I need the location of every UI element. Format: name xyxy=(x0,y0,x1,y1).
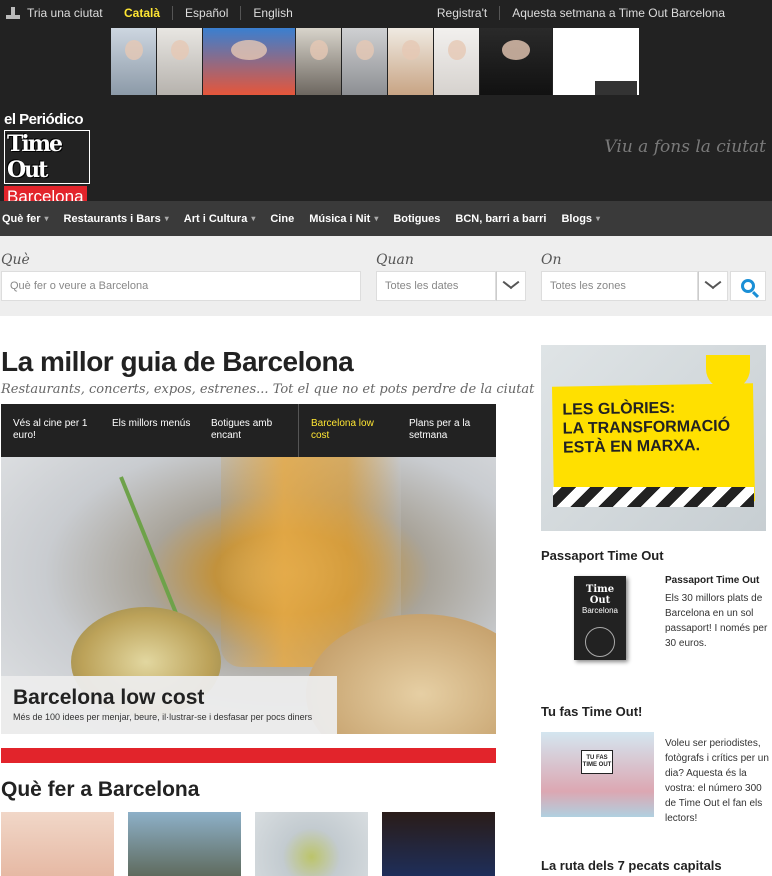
top-bar-links: Registra't Aquesta setmana a Time Out Ba… xyxy=(425,6,737,20)
where-select[interactable]: Totes les zones xyxy=(541,271,698,301)
site-header: el Periódico Time Out Barcelona Viu a fo… xyxy=(0,26,772,208)
language-catala[interactable]: Català xyxy=(112,6,172,20)
header-photo[interactable] xyxy=(296,28,341,95)
featured-tabs: Vés al cine per 1 euro! Els millors menú… xyxy=(1,404,496,463)
tufas-heading[interactable]: Tu fas Time Out! xyxy=(541,704,642,719)
passport-heading[interactable]: Passaport Time Out xyxy=(541,548,664,563)
main-nav: Què fer ▾ Restaurants i Bars ▾ Art i Cultu… xyxy=(0,201,772,236)
thumbnail[interactable] xyxy=(128,812,241,876)
glories-ad-banner[interactable]: LES GLÒRIES: LA TRANSFORMACIÓ ESTÀ EN MA… xyxy=(541,345,766,531)
passport-cover-city: Barcelona xyxy=(581,606,619,615)
passport-badge-icon xyxy=(585,627,615,657)
header-photo[interactable] xyxy=(480,28,552,95)
language-english[interactable]: English xyxy=(240,6,304,20)
tab-millors-menus[interactable]: Els millors menús xyxy=(100,404,199,457)
nav-item-que-fer[interactable]: Què fer ▾ xyxy=(0,213,52,225)
header-photo[interactable] xyxy=(553,28,639,95)
logo-periodico: el Periódico xyxy=(4,111,84,128)
search-icon xyxy=(741,279,755,293)
ad-line: LA TRANSFORMACIÓ xyxy=(562,417,731,438)
when-dropdown-button[interactable] xyxy=(496,271,526,301)
ad-stripes xyxy=(553,487,754,507)
passport-title[interactable]: Passaport Time Out xyxy=(665,575,759,586)
header-photo[interactable] xyxy=(203,28,295,95)
page-subtitle: Restaurants, concerts, expos, estrenes..… xyxy=(1,382,535,397)
language-espanol[interactable]: Español xyxy=(172,6,240,20)
nav-item-label: Blogs xyxy=(561,212,593,225)
hero-title: Barcelona low cost xyxy=(13,686,205,709)
header-photo[interactable] xyxy=(111,28,156,95)
nav-item-label: Restaurants i Bars xyxy=(63,212,161,225)
when-select[interactable]: Totes les dates xyxy=(376,271,496,301)
ruta-heading[interactable]: La ruta dels 7 pecats capitals xyxy=(541,858,722,873)
page-title: La millor guia de Barcelona xyxy=(1,346,354,377)
nav-item-label: Música i Nit xyxy=(309,212,371,225)
tab-barcelona-low-cost[interactable]: Barcelona low cost xyxy=(298,404,397,463)
where-label: On xyxy=(541,252,562,268)
language-switcher: Català Español English xyxy=(112,6,305,20)
chevron-down-icon: ▾ xyxy=(164,214,169,223)
tufas-sign: TU FAS TIME OUT xyxy=(581,750,613,774)
passport-cover-title: Time Out xyxy=(585,584,615,606)
city-icon xyxy=(5,7,21,19)
chevron-down-icon: ▾ xyxy=(251,214,256,223)
hero-image[interactable]: Barcelona low cost Més de 100 idees per … xyxy=(1,457,496,734)
ad-line: ESTÀ EN MARXA. xyxy=(562,437,701,457)
register-link[interactable]: Registra't xyxy=(425,6,499,20)
nav-item-label: BCN, barri a barri xyxy=(455,212,547,225)
tab-cine-1-euro[interactable]: Vés al cine per 1 euro! xyxy=(1,404,100,457)
chevron-down-icon: ▾ xyxy=(596,214,601,223)
where-dropdown-button[interactable] xyxy=(698,271,728,301)
hero-caption[interactable]: Barcelona low cost Més de 100 idees per … xyxy=(1,676,337,734)
section-title: Què fer a Barcelona xyxy=(1,778,200,801)
photo-strip xyxy=(111,28,639,95)
nav-item-label: Cine xyxy=(270,212,295,225)
passport-image[interactable]: Time Out Barcelona xyxy=(574,576,626,660)
thumbnail-row xyxy=(1,812,495,876)
nav-item-restaurants[interactable]: Restaurants i Bars ▾ xyxy=(62,213,172,225)
nav-item-label: Què fer xyxy=(2,212,41,225)
header-photo-mini xyxy=(595,81,637,95)
what-label: Què xyxy=(1,252,30,268)
nav-item-cine[interactable]: Cine xyxy=(268,213,297,225)
tab-botigues-encant[interactable]: Botigues amb encant xyxy=(199,404,298,457)
when-label: Quan xyxy=(376,252,414,268)
chevron-down-icon xyxy=(502,281,520,291)
chevron-down-icon xyxy=(704,281,722,291)
passport-text-block: Passaport Time Out Els 30 millors plats … xyxy=(665,573,769,651)
site-logo[interactable]: el Periódico Time Out Barcelona xyxy=(4,111,90,208)
tufas-description: Voleu ser periodistes, fotògrafs i críti… xyxy=(665,738,769,824)
logo-timeout: Time Out xyxy=(4,130,90,184)
chevron-down-icon: ▾ xyxy=(374,214,379,223)
nav-item-barri[interactable]: BCN, barri a barri xyxy=(453,213,549,225)
header-photo[interactable] xyxy=(388,28,433,95)
tab-plans-setmana[interactable]: Plans per a la setmana xyxy=(397,404,496,457)
this-week-link[interactable]: Aquesta setmana a Time Out Barcelona xyxy=(499,6,737,20)
search-panel: Què Què fer o veure a Barcelona Quan Tot… xyxy=(0,236,772,316)
thumbnail[interactable] xyxy=(382,812,495,876)
nav-item-label: Art i Cultura xyxy=(183,212,248,225)
header-photo[interactable] xyxy=(157,28,202,95)
what-search-input[interactable]: Què fer o veure a Barcelona xyxy=(1,271,361,301)
top-bar: Tria una ciutat Català Español English R… xyxy=(0,0,772,26)
passport-description: Els 30 millors plats de Barcelona en un … xyxy=(665,593,768,649)
nav-item-botigues[interactable]: Botigues xyxy=(391,213,443,225)
nav-item-art[interactable]: Art i Cultura ▾ xyxy=(182,213,259,225)
nav-item-blogs[interactable]: Blogs ▾ xyxy=(559,213,603,225)
tagline: Viu a fons la ciutat xyxy=(604,137,766,157)
nav-item-label: Botigues xyxy=(393,212,441,225)
header-photo[interactable] xyxy=(342,28,387,95)
search-button[interactable] xyxy=(730,271,766,301)
tufas-image[interactable]: TU FAS TIME OUT xyxy=(541,732,654,817)
nav-item-musica[interactable]: Música i Nit ▾ xyxy=(307,213,381,225)
city-selector[interactable]: Tria una ciutat xyxy=(5,6,103,20)
chevron-down-icon: ▾ xyxy=(44,214,49,223)
header-photo[interactable] xyxy=(434,28,479,95)
hero-description: Més de 100 idees per menjar, beure, il·l… xyxy=(13,712,313,722)
thumbnail[interactable] xyxy=(255,812,368,876)
section-divider xyxy=(1,748,496,763)
thumbnail[interactable] xyxy=(1,812,114,876)
city-selector-label: Tria una ciutat xyxy=(27,6,103,20)
